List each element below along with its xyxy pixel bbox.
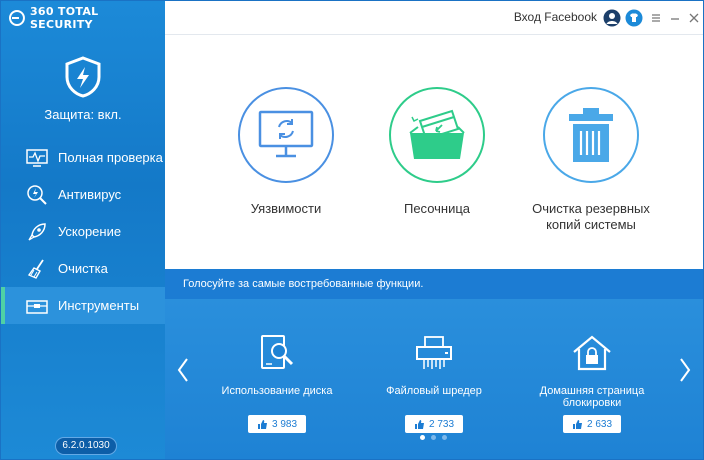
page-dot[interactable] (442, 435, 447, 440)
sidebar-item-tools[interactable]: Инструменты (1, 287, 165, 324)
tool-label: Песочница (403, 201, 471, 216)
sidebar-item-full-scan[interactable]: Полная проверка (1, 139, 165, 176)
vote-area: Использование диска 3 983 Файловый шреде… (165, 299, 703, 459)
shredder-icon (364, 333, 504, 373)
disk-search-icon (207, 333, 347, 373)
top-bar: Вход Facebook (165, 1, 703, 35)
like-button[interactable]: 2 633 (563, 415, 621, 433)
user-icon[interactable] (603, 9, 621, 27)
like-count: 2 733 (428, 418, 455, 430)
thumbs-up-icon (257, 419, 267, 429)
feature-label: Использование диска (221, 385, 333, 397)
sidebar-item-label: Антивирус (58, 187, 122, 202)
sidebar-item-antivirus[interactable]: Антивирус (1, 176, 165, 213)
toolbox-icon (25, 295, 49, 317)
protection-status: Защита: вкл. (44, 107, 122, 122)
close-icon[interactable] (685, 9, 703, 27)
page-dot[interactable] (431, 435, 436, 440)
sandbox-icon (389, 87, 485, 183)
like-count: 3 983 (271, 418, 298, 430)
menu-icon[interactable] (647, 9, 665, 27)
feature-home-page-lock[interactable]: Домашняя страница блокировки 2 633 (522, 333, 662, 433)
chevron-right-icon[interactable] (677, 355, 693, 385)
vote-banner: Голосуйте за самые востребованные функци… (165, 269, 703, 299)
like-count: 2 633 (586, 418, 613, 430)
shield-icon (65, 56, 101, 98)
like-button[interactable]: 2 733 (405, 415, 463, 433)
logo-icon (9, 10, 25, 26)
sidebar-item-label: Полная проверка (58, 150, 163, 165)
feature-file-shredder[interactable]: Файловый шредер 2 733 (364, 333, 504, 433)
sidebar-item-speedup[interactable]: Ускорение (1, 213, 165, 250)
home-lock-icon (522, 333, 662, 373)
sidebar: 360 TOTAL SECURITY Защита: вкл. Полная п… (1, 1, 165, 459)
thumbs-up-icon (572, 419, 582, 429)
app-window: 360 TOTAL SECURITY Защита: вкл. Полная п… (0, 0, 704, 460)
thumbs-up-icon (414, 419, 424, 429)
feature-label: Файловый шредер (386, 385, 482, 397)
brand-name: 360 TOTAL SECURITY (29, 5, 99, 31)
tool-label: Уязвимости (250, 201, 322, 216)
page-dots (420, 435, 447, 440)
magnifier-bolt-icon (25, 184, 49, 206)
minimize-icon[interactable] (666, 9, 684, 27)
sidebar-item-cleanup[interactable]: Очистка (1, 250, 165, 287)
like-button[interactable]: 3 983 (248, 415, 306, 433)
vulnerabilities-tool[interactable]: Уязвимости (221, 87, 351, 217)
sidebar-nav: Полная проверка Антивирус Ускорение Очис… (1, 139, 165, 324)
broom-icon (25, 258, 49, 280)
backup-cleanup-tool[interactable]: Очистка резервных копий системы (521, 87, 661, 233)
sidebar-item-label: Очистка (58, 261, 108, 276)
trash-icon (543, 87, 639, 183)
feature-label: Домашняя страница блокировки (539, 385, 645, 409)
shirt-icon[interactable] (625, 9, 643, 27)
sandbox-tool[interactable]: Песочница (372, 87, 502, 217)
monitor-refresh-icon (238, 87, 334, 183)
monitor-pulse-icon (25, 147, 49, 169)
page-dot[interactable] (420, 435, 425, 440)
rocket-icon (25, 221, 49, 243)
facebook-login-link[interactable]: Вход Facebook (514, 10, 597, 24)
tools-panel: Уязвимости Песочница Очистка резервных к… (165, 35, 703, 267)
version-badge: 6.2.0.1030 (55, 437, 117, 455)
tool-label: Очистка резервных копий системы (532, 201, 650, 232)
sidebar-item-label: Ускорение (58, 224, 122, 239)
brand-logo: 360 TOTAL SECURITY (9, 5, 165, 31)
feature-disk-usage[interactable]: Использование диска 3 983 (207, 333, 347, 433)
chevron-left-icon[interactable] (175, 355, 191, 385)
sidebar-item-label: Инструменты (58, 298, 140, 313)
